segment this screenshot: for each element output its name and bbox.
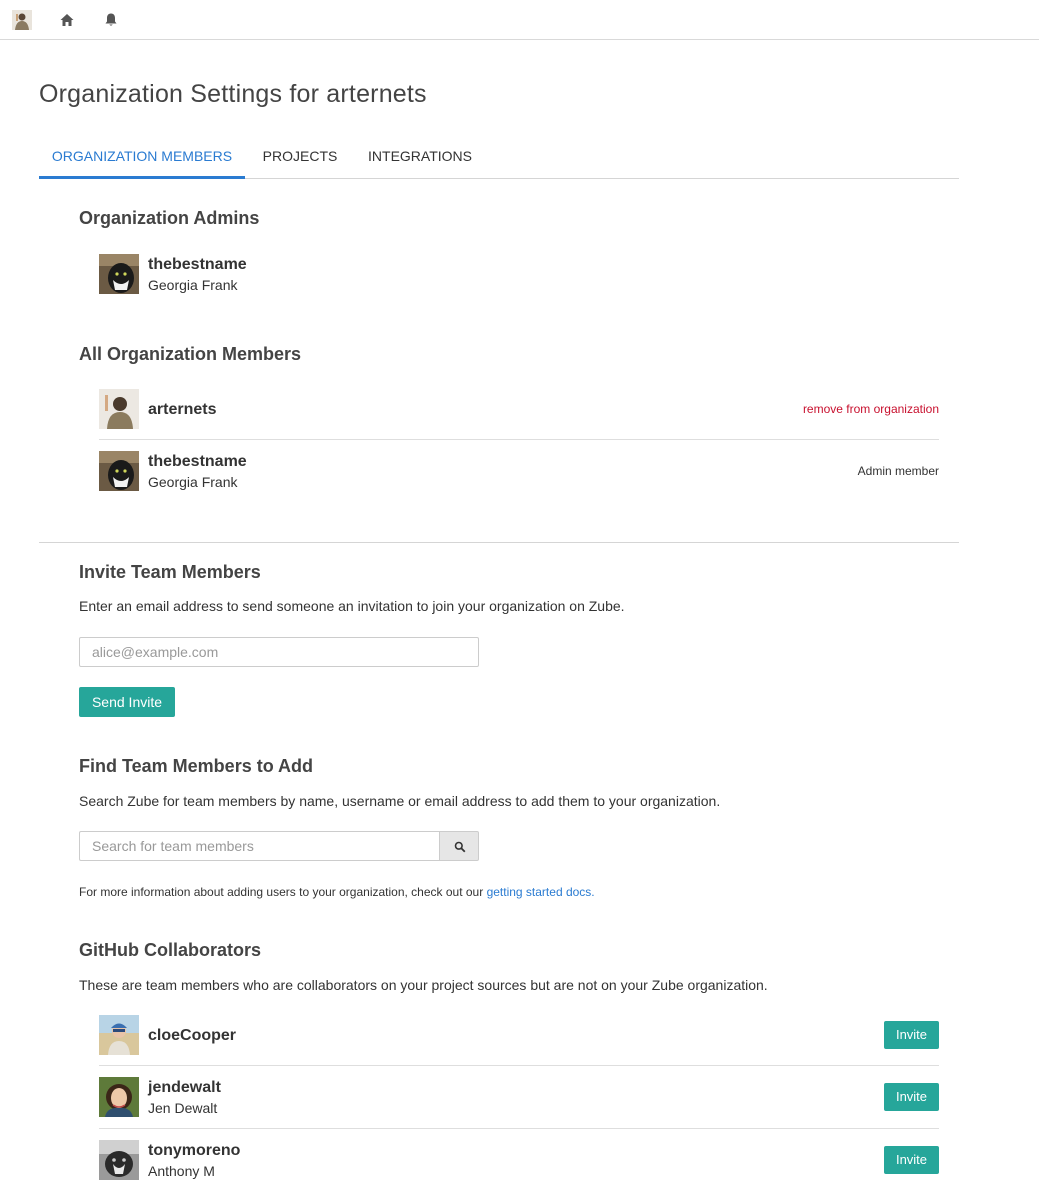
admin-username[interactable]: thebestname <box>148 256 247 274</box>
search-button[interactable] <box>439 831 479 861</box>
page-title: Organization Settings for arternets <box>39 80 427 108</box>
find-description: Search Zube for team members by name, us… <box>79 793 721 809</box>
search-group <box>79 831 479 861</box>
admin-member-badge: Admin member <box>857 464 939 478</box>
avatar <box>99 1015 139 1055</box>
invite-collaborator-button[interactable]: Invite <box>884 1146 939 1174</box>
settings-tabs: ORGANIZATION MEMBERS PROJECTS INTEGRATIO… <box>39 139 959 179</box>
remove-from-organization-link[interactable]: remove from organization <box>803 402 939 416</box>
tab-projects[interactable]: PROJECTS <box>251 139 349 179</box>
avatar <box>99 451 139 491</box>
row-divider <box>99 1128 939 1129</box>
collaborator-username[interactable]: tonymoreno <box>148 1142 240 1160</box>
invite-email-input[interactable] <box>79 637 479 667</box>
admins-title: Organization Admins <box>79 208 260 228</box>
invite-title: Invite Team Members <box>79 562 261 582</box>
tab-integrations[interactable]: INTEGRATIONS <box>357 139 483 179</box>
invite-collaborator-button[interactable]: Invite <box>884 1021 939 1049</box>
github-title: GitHub Collaborators <box>79 940 262 960</box>
github-description: These are team members who are collabora… <box>79 977 768 993</box>
find-title: Find Team Members to Add <box>79 756 314 776</box>
collaborator-username[interactable]: jendewalt <box>148 1079 221 1097</box>
all-members-title: All Organization Members <box>79 344 302 364</box>
row-divider <box>99 1065 939 1066</box>
tab-organization-members[interactable]: ORGANIZATION MEMBERS <box>39 139 245 179</box>
bell-icon[interactable] <box>103 12 119 28</box>
avatar <box>99 254 139 294</box>
row-divider <box>99 439 939 440</box>
user-avatar-icon[interactable] <box>12 10 32 30</box>
top-navbar <box>0 0 1039 40</box>
send-invite-button[interactable]: Send Invite <box>79 687 175 717</box>
member-username[interactable]: arternets <box>148 401 216 419</box>
section-divider <box>39 542 959 543</box>
invite-collaborator-button[interactable]: Invite <box>884 1083 939 1111</box>
invite-description: Enter an email address to send someone a… <box>79 598 625 614</box>
home-icon[interactable] <box>59 12 75 28</box>
collaborator-fullname: Anthony M <box>148 1163 215 1179</box>
member-fullname: Georgia Frank <box>148 474 238 490</box>
getting-started-docs-link[interactable]: getting started docs. <box>487 885 595 899</box>
collaborator-username[interactable]: cloeCooper <box>148 1027 236 1045</box>
avatar <box>99 1140 139 1180</box>
search-members-input[interactable] <box>79 831 440 861</box>
docs-note: For more information about adding users … <box>79 885 595 899</box>
search-icon <box>454 841 466 853</box>
avatar <box>99 1077 139 1117</box>
avatar <box>99 389 139 429</box>
admin-fullname: Georgia Frank <box>148 277 238 293</box>
member-username[interactable]: thebestname <box>148 453 247 471</box>
collaborator-fullname: Jen Dewalt <box>148 1100 218 1116</box>
docs-note-text: For more information about adding users … <box>79 885 487 899</box>
